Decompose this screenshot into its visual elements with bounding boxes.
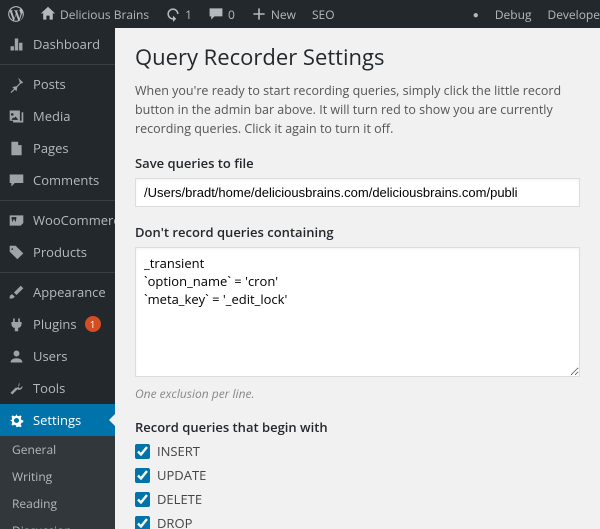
woo-icon — [8, 212, 25, 229]
brush-icon — [8, 284, 25, 301]
tools-icon — [8, 380, 25, 397]
seo-adminbar-link[interactable]: SEO — [304, 6, 343, 23]
site-name-link[interactable]: Delicious Brains — [32, 6, 157, 23]
new-content-link[interactable]: New — [243, 6, 304, 23]
page-title: Query Recorder Settings — [135, 42, 580, 72]
plugins-badge: 1 — [85, 316, 101, 332]
comments-count: 0 — [228, 6, 235, 23]
menu-dashboard[interactable]: Dashboard — [0, 28, 115, 60]
record-button[interactable]: ● — [465, 7, 487, 21]
menu-posts[interactable]: Posts — [0, 64, 115, 100]
check-update-row[interactable]: UPDATE — [135, 466, 580, 484]
menu-media[interactable]: Media — [0, 100, 115, 132]
user-icon — [8, 348, 25, 365]
media-icon — [8, 108, 25, 125]
developer-link[interactable]: Develope — [539, 6, 600, 23]
pin-icon — [8, 76, 25, 93]
exclude-textarea[interactable] — [135, 247, 580, 377]
wordpress-icon — [8, 6, 24, 22]
exclude-label: Don't record queries containing — [135, 223, 580, 241]
update-icon — [165, 6, 181, 22]
record-icon: ● — [473, 7, 479, 21]
menu-pages[interactable]: Pages — [0, 132, 115, 164]
sub-writing[interactable]: Writing — [0, 463, 115, 490]
plus-icon — [251, 6, 267, 22]
site-name-text: Delicious Brains — [60, 6, 149, 23]
product-icon — [8, 244, 25, 261]
debug-label: Debug — [495, 6, 532, 23]
developer-label: Develope — [547, 6, 600, 23]
dashboard-icon — [8, 36, 25, 53]
check-delete-row[interactable]: DELETE — [135, 490, 580, 508]
debug-link[interactable]: Debug — [487, 6, 540, 23]
exclude-hint: One exclusion per line. — [135, 385, 580, 402]
comments-icon — [8, 172, 25, 189]
save-file-label: Save queries to file — [135, 154, 580, 172]
new-label: New — [271, 6, 296, 23]
check-drop[interactable] — [135, 516, 150, 529]
settings-submenu: General Writing Reading Discussion Media… — [0, 436, 115, 529]
menu-comments[interactable]: Comments — [0, 164, 115, 196]
admin-bar: Delicious Brains 1 0 New SEO ● Debug Dev… — [0, 0, 600, 28]
page-description: When you're ready to start recording que… — [135, 82, 580, 138]
menu-settings[interactable]: Settings — [0, 404, 115, 436]
check-delete[interactable] — [135, 492, 150, 507]
seo-label: SEO — [312, 6, 335, 23]
begin-label: Record queries that begin with — [135, 418, 580, 436]
settings-icon — [8, 412, 25, 429]
content-area: Query Recorder Settings When you're read… — [115, 28, 600, 529]
check-update[interactable] — [135, 468, 150, 483]
menu-appearance[interactable]: Appearance — [0, 272, 115, 308]
updates-link[interactable]: 1 — [157, 6, 200, 23]
wp-logo[interactable] — [0, 6, 32, 22]
page-icon — [8, 140, 25, 157]
menu-products[interactable]: Products — [0, 236, 115, 268]
updates-count: 1 — [185, 6, 192, 23]
menu-woocommerce[interactable]: WooCommerce — [0, 200, 115, 236]
sub-discussion[interactable]: Discussion — [0, 517, 115, 529]
menu-plugins[interactable]: Plugins1 — [0, 308, 115, 340]
sub-general[interactable]: General — [0, 436, 115, 463]
home-icon — [40, 6, 56, 22]
sub-reading[interactable]: Reading — [0, 490, 115, 517]
check-insert[interactable] — [135, 444, 150, 459]
save-file-input[interactable] — [135, 178, 580, 207]
menu-users[interactable]: Users — [0, 340, 115, 372]
check-drop-row[interactable]: DROP — [135, 514, 580, 529]
plugin-icon — [8, 316, 25, 333]
comments-link[interactable]: 0 — [200, 6, 243, 23]
admin-menu: Dashboard Posts Media Pages Comments Woo… — [0, 28, 115, 529]
menu-tools[interactable]: Tools — [0, 372, 115, 404]
check-insert-row[interactable]: INSERT — [135, 442, 580, 460]
comment-icon — [208, 6, 224, 22]
